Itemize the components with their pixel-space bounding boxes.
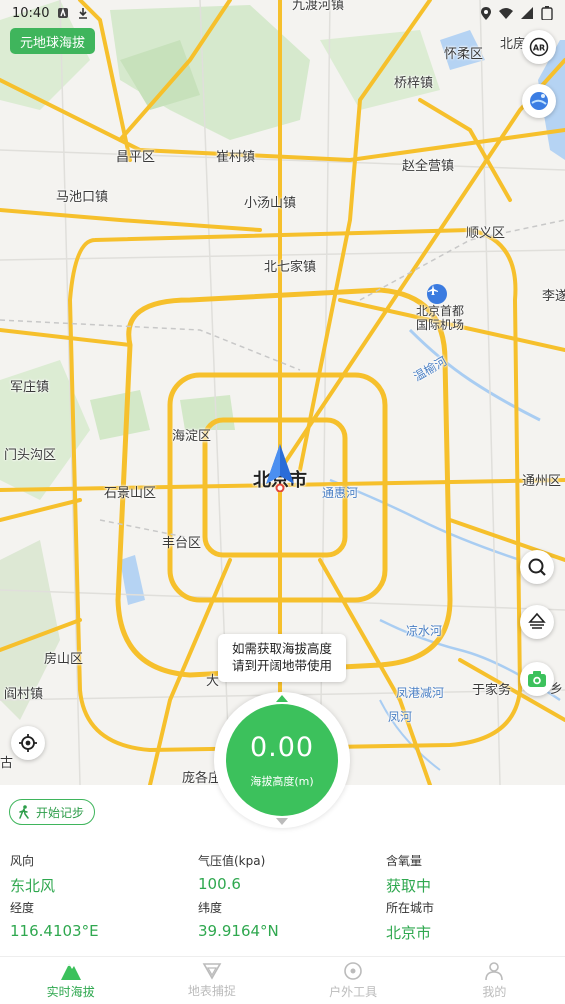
place-label: 于家务: [472, 683, 512, 698]
stat-value: 北京市: [386, 924, 432, 942]
start-step-count-button[interactable]: 开始记步: [9, 799, 96, 825]
tooltip-line: 如需获取海拔高度: [231, 641, 332, 656]
place-label: 李遂: [542, 289, 565, 304]
place-label: 桥梓镇: [394, 76, 434, 91]
place-label: 海淀区: [172, 429, 212, 444]
earth-altitude-badge[interactable]: 元地球海拔: [10, 28, 96, 54]
status-bar: 10:40: [0, 0, 565, 26]
battery-icon: [541, 6, 553, 20]
river-label: 凤港减河: [396, 686, 445, 700]
altitude-label: 海拔高度(m): [250, 774, 314, 788]
place-label: 怀柔区: [444, 47, 484, 62]
globe-icon: [528, 90, 550, 112]
stat-label: 含氧量: [386, 854, 423, 868]
stat-label: 风向: [10, 854, 35, 868]
search-icon: [527, 557, 547, 577]
place-label: 崔村镇: [216, 150, 256, 165]
stat-value: 东北风: [10, 877, 56, 895]
place-label: 阎村镇: [4, 687, 44, 702]
mountain-icon: [60, 961, 82, 981]
place-label: 马池口镇: [56, 190, 109, 205]
up-triangle-icon: [276, 695, 288, 702]
place-label: 昌平区: [116, 150, 156, 165]
place-label: 石景山区: [104, 486, 157, 501]
stat-value: 116.4103°E: [10, 922, 99, 940]
tab-realtime-altitude[interactable]: 实时海拔: [0, 957, 141, 1004]
status-time: 10:40: [12, 5, 50, 21]
camera-icon: [527, 670, 547, 688]
locate-button[interactable]: [11, 726, 45, 760]
bottom-nav: 实时海拔 地表捕捉 户外工具 我的: [0, 956, 565, 1004]
triangle-ruler-icon: [202, 962, 222, 980]
walk-icon: [18, 805, 30, 819]
wifi-icon: [499, 7, 513, 19]
stat-label: 经度: [10, 901, 35, 915]
camera-button[interactable]: [520, 662, 554, 696]
place-label: 门头沟区: [4, 448, 57, 463]
compass-icon: [343, 961, 363, 981]
start-step-count-label: 开始记步: [36, 805, 85, 820]
tab-label: 地表捕捉: [187, 984, 236, 998]
notification-icon: [57, 7, 69, 19]
tab-surface-capture[interactable]: 地表捕捉: [141, 957, 282, 1004]
place-label: 军庄镇: [10, 380, 50, 395]
stat-label: 气压值(kpa): [198, 854, 266, 868]
airport-icon: [427, 284, 447, 304]
place-label: 小汤山镇: [244, 196, 297, 211]
pressure-stat: 气压值(kpa) 100.6: [198, 852, 265, 893]
stat-value: 获取中: [386, 877, 432, 895]
down-triangle-icon: [276, 818, 288, 825]
tooltip-line: 请到开阔地带使用: [231, 658, 332, 673]
location-icon: [481, 6, 491, 20]
river-label: 凉水河: [406, 624, 443, 638]
tab-label: 户外工具: [329, 985, 378, 999]
tab-label: 我的: [482, 985, 507, 999]
search-button[interactable]: [520, 550, 554, 584]
place-label: 丰台区: [162, 536, 202, 551]
city-stat: 所在城市 北京市: [386, 899, 434, 943]
place-label: 北京首都 国际机场: [416, 304, 465, 332]
ar-icon: AR: [529, 37, 549, 57]
longitude-stat: 经度 116.4103°E: [10, 899, 99, 940]
svg-text:AR: AR: [533, 44, 545, 53]
layers-button[interactable]: [520, 605, 554, 639]
oxygen-stat: 含氧量 获取中: [386, 852, 431, 896]
stat-value: 39.9164°N: [198, 922, 279, 940]
person-icon: [484, 961, 504, 981]
altitude-dial[interactable]: 0.00 海拔高度(m): [214, 692, 350, 828]
river-label: 通惠河: [322, 486, 359, 500]
locate-icon: [18, 733, 38, 753]
tab-outdoor-tools[interactable]: 户外工具: [283, 957, 424, 1004]
open-area-tooltip: 如需获取海拔高度 请到开阔地带使用: [218, 634, 346, 682]
latitude-stat: 纬度 39.9164°N: [198, 899, 279, 940]
layers-icon: [527, 612, 547, 632]
place-label: 顺义区: [466, 226, 506, 241]
river-label: 凤河: [388, 710, 413, 724]
place-label: 通州区: [522, 474, 562, 489]
tab-label: 实时海拔: [46, 985, 95, 999]
stat-label: 所在城市: [386, 901, 435, 915]
altitude-value: 0.00: [249, 731, 315, 763]
tab-mine[interactable]: 我的: [424, 957, 565, 1004]
place-label: 古: [0, 756, 14, 771]
signal-icon: [521, 7, 533, 19]
place-label: 房山区: [44, 652, 84, 667]
place-label: 北七家镇: [264, 260, 317, 275]
wind-direction-stat: 风向 东北风: [10, 852, 55, 896]
place-label: 赵全营镇: [402, 159, 455, 174]
ar-button[interactable]: AR: [522, 30, 556, 64]
globe-button[interactable]: [522, 84, 556, 118]
stat-label: 纬度: [198, 901, 223, 915]
stat-value: 100.6: [198, 875, 241, 893]
download-icon: [77, 7, 89, 19]
